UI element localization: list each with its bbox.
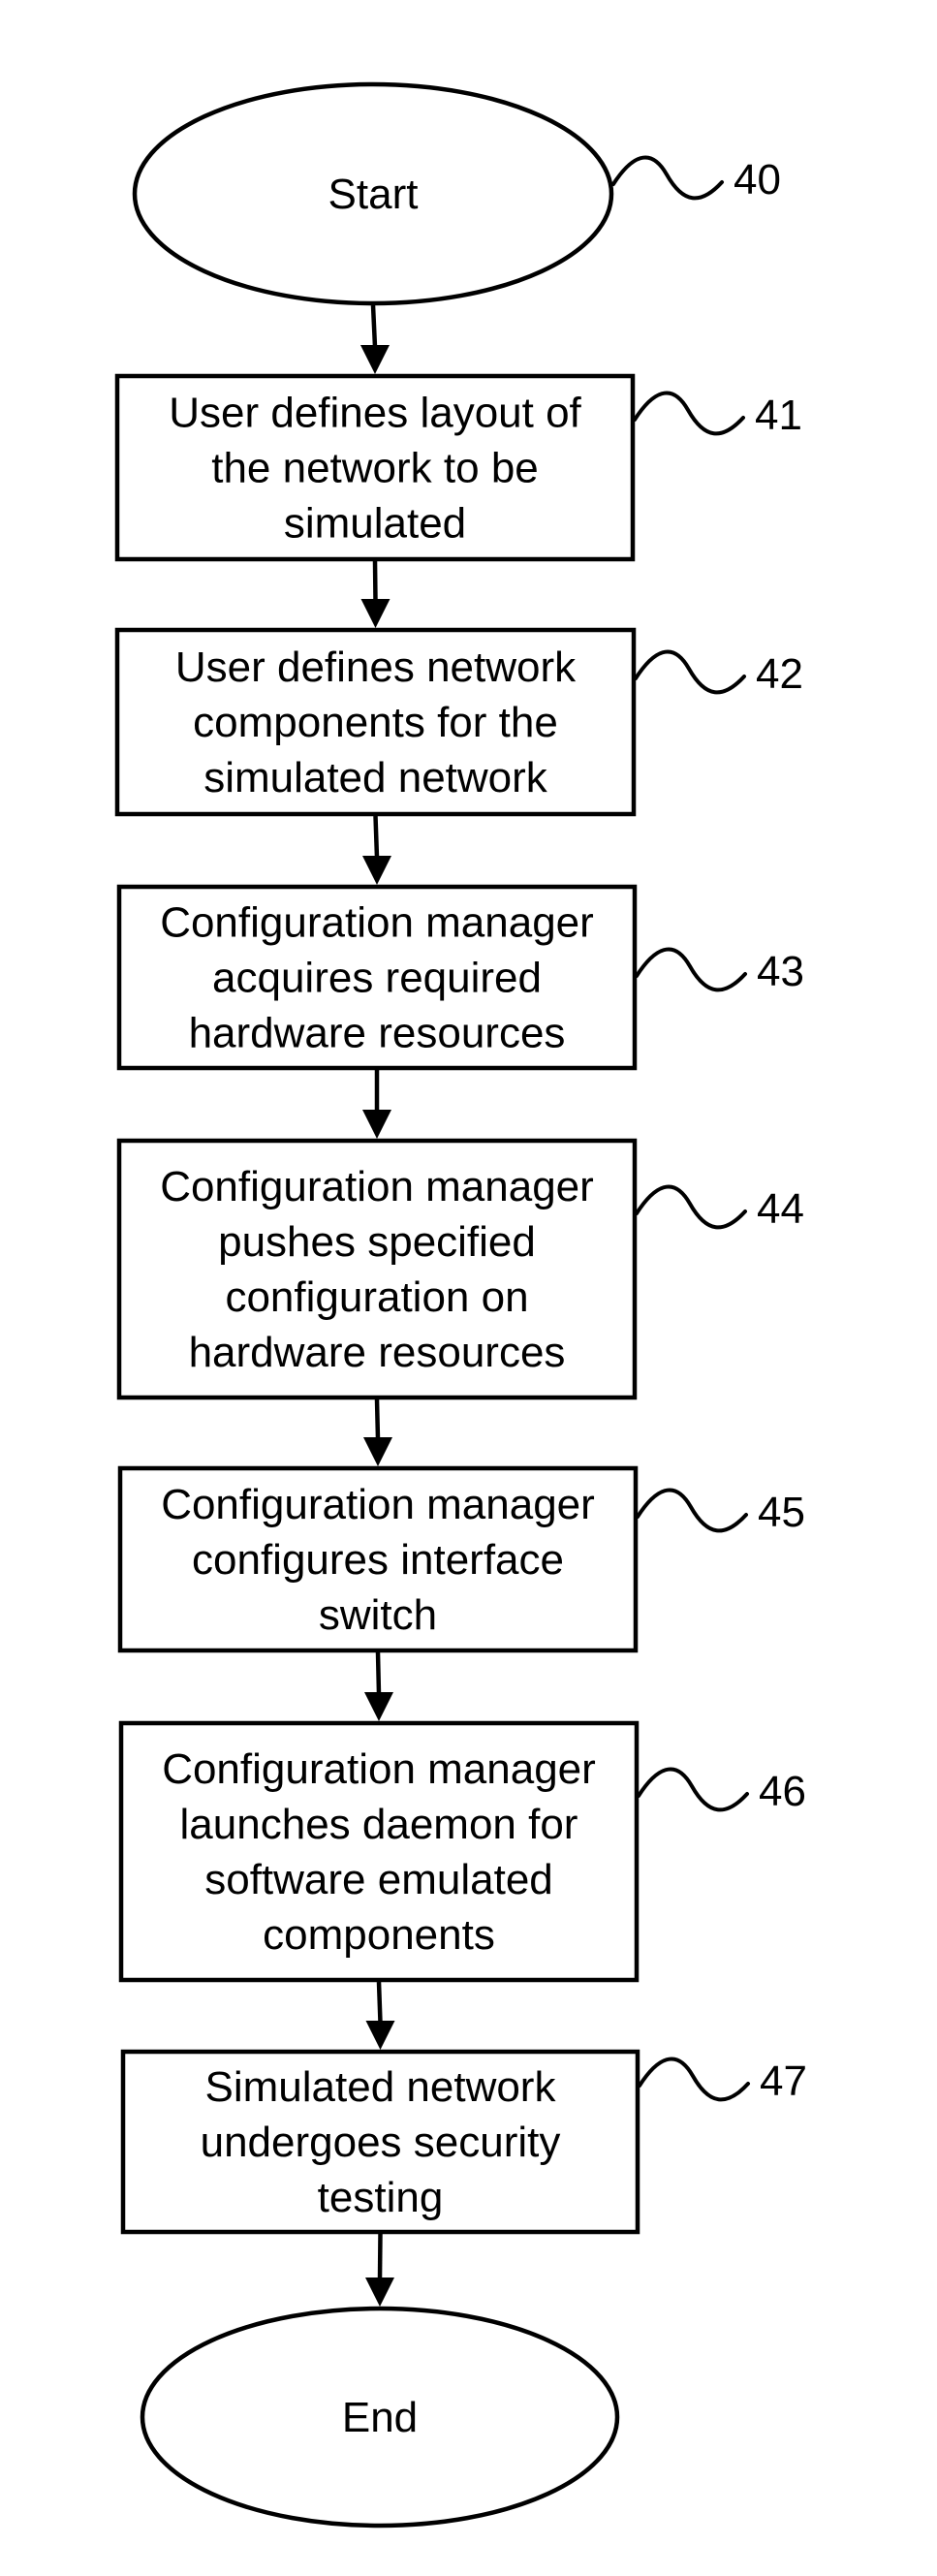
node-text-line: Configuration manager (162, 1745, 596, 1793)
flowchart-canvas: Start User defines layout of the network t… (114, 81, 807, 2529)
nodes-layer: Start User defines layout of the network t… (114, 81, 640, 2529)
reference-numeral: 46 (759, 1768, 806, 1815)
node-text-line: launches daemon for (180, 1801, 578, 1848)
node-text-line: simulated network (203, 754, 548, 801)
reference-leader-squiggle (637, 1767, 749, 1812)
reference-numeral: 42 (756, 650, 803, 698)
end-terminal: End (140, 2306, 620, 2529)
node-text-line: configures interface (192, 1536, 564, 1584)
node-text-line: Configuration manager (160, 899, 594, 947)
arrow-head-icon (360, 599, 390, 628)
node-text-line: hardware resources (189, 1329, 566, 1376)
reference-numeral: 44 (757, 1185, 804, 1233)
connector-line (377, 2233, 383, 2280)
node-text-line: User defines network (175, 644, 577, 691)
process-step-45: Configuration manager configures interfac… (117, 1465, 639, 1653)
arrow-head-icon (364, 1692, 393, 1721)
process-step-44: Configuration manager pushes specified con… (116, 1138, 638, 1400)
reference-leader-squiggle (635, 1184, 747, 1230)
arrow-head-icon (360, 345, 390, 374)
node-text-line: components (263, 1911, 495, 1959)
process-step-47: Simulated network undergoes security testi… (120, 2049, 640, 2235)
node-text-line: simulated (284, 500, 466, 548)
reference-leader-squiggle (638, 2057, 750, 2102)
reference-leader-squiggle (634, 649, 746, 695)
connector-line (373, 815, 380, 859)
reference-numeral: 40 (734, 156, 781, 204)
reference-numeral: 43 (757, 948, 804, 995)
flow-arrow (362, 1070, 391, 1139)
arrow-head-icon (362, 856, 391, 885)
reference-leader-squiggle (633, 391, 745, 436)
flow-arrow (360, 304, 390, 374)
flow-arrow (363, 1398, 392, 1466)
flow-arrow (360, 560, 390, 628)
node-text-line: components for the (193, 699, 558, 746)
reference-numeral: 45 (758, 1489, 805, 1536)
process-step-42: User defines network components for the si… (114, 627, 637, 817)
node-text-line: Start (328, 171, 419, 218)
arrow-head-icon (363, 1437, 392, 1466)
reference-leader-squiggle (611, 155, 724, 201)
node-text-line: End (342, 2394, 418, 2441)
node-text-line: undergoes security (201, 2119, 561, 2166)
flow-arrow (364, 1651, 393, 1721)
connector-line (370, 304, 378, 348)
node-text-line: Configuration manager (160, 1163, 594, 1210)
process-step-43: Configuration manager acquires required ha… (116, 884, 638, 1071)
node-text-line: testing (318, 2174, 444, 2221)
connector-line (376, 1981, 383, 2024)
node-text-line: Configuration manager (161, 1481, 595, 1528)
flow-arrow (365, 1981, 395, 2050)
node-text-line: acquires required (212, 955, 542, 1002)
node-text-line: software emulated (204, 1856, 553, 1903)
node-text-line: Simulated network (205, 2063, 557, 2111)
reference-leader-squiggle (635, 947, 747, 992)
node-text-line: the network to be (211, 445, 539, 492)
connector-line (375, 1651, 382, 1695)
process-step-46: Configuration manager launches daemon for… (118, 1720, 640, 1983)
connector-line (372, 560, 378, 602)
node-text-line: pushes specified (218, 1218, 536, 1266)
node-text-line: hardware resources (189, 1010, 566, 1057)
reference-leader-squiggle (636, 1488, 748, 1533)
arrow-head-icon (365, 2021, 395, 2050)
reference-leaders-layer: 40 41 42 43 44 45 46 47 (611, 155, 807, 2105)
reference-numeral: 41 (755, 392, 802, 439)
node-text-line: User defines layout of (169, 390, 581, 437)
arrow-head-icon (365, 2278, 394, 2307)
start-terminal: Start (132, 81, 614, 306)
node-text-line: configuration on (225, 1273, 528, 1321)
flow-arrow (362, 815, 391, 885)
process-step-41: User defines layout of the network to be s… (114, 373, 636, 562)
arrow-head-icon (362, 1110, 391, 1139)
reference-numeral: 47 (760, 2058, 807, 2105)
node-text-line: switch (319, 1591, 437, 1639)
connector-line (374, 1398, 381, 1440)
flow-arrow (365, 2233, 394, 2307)
